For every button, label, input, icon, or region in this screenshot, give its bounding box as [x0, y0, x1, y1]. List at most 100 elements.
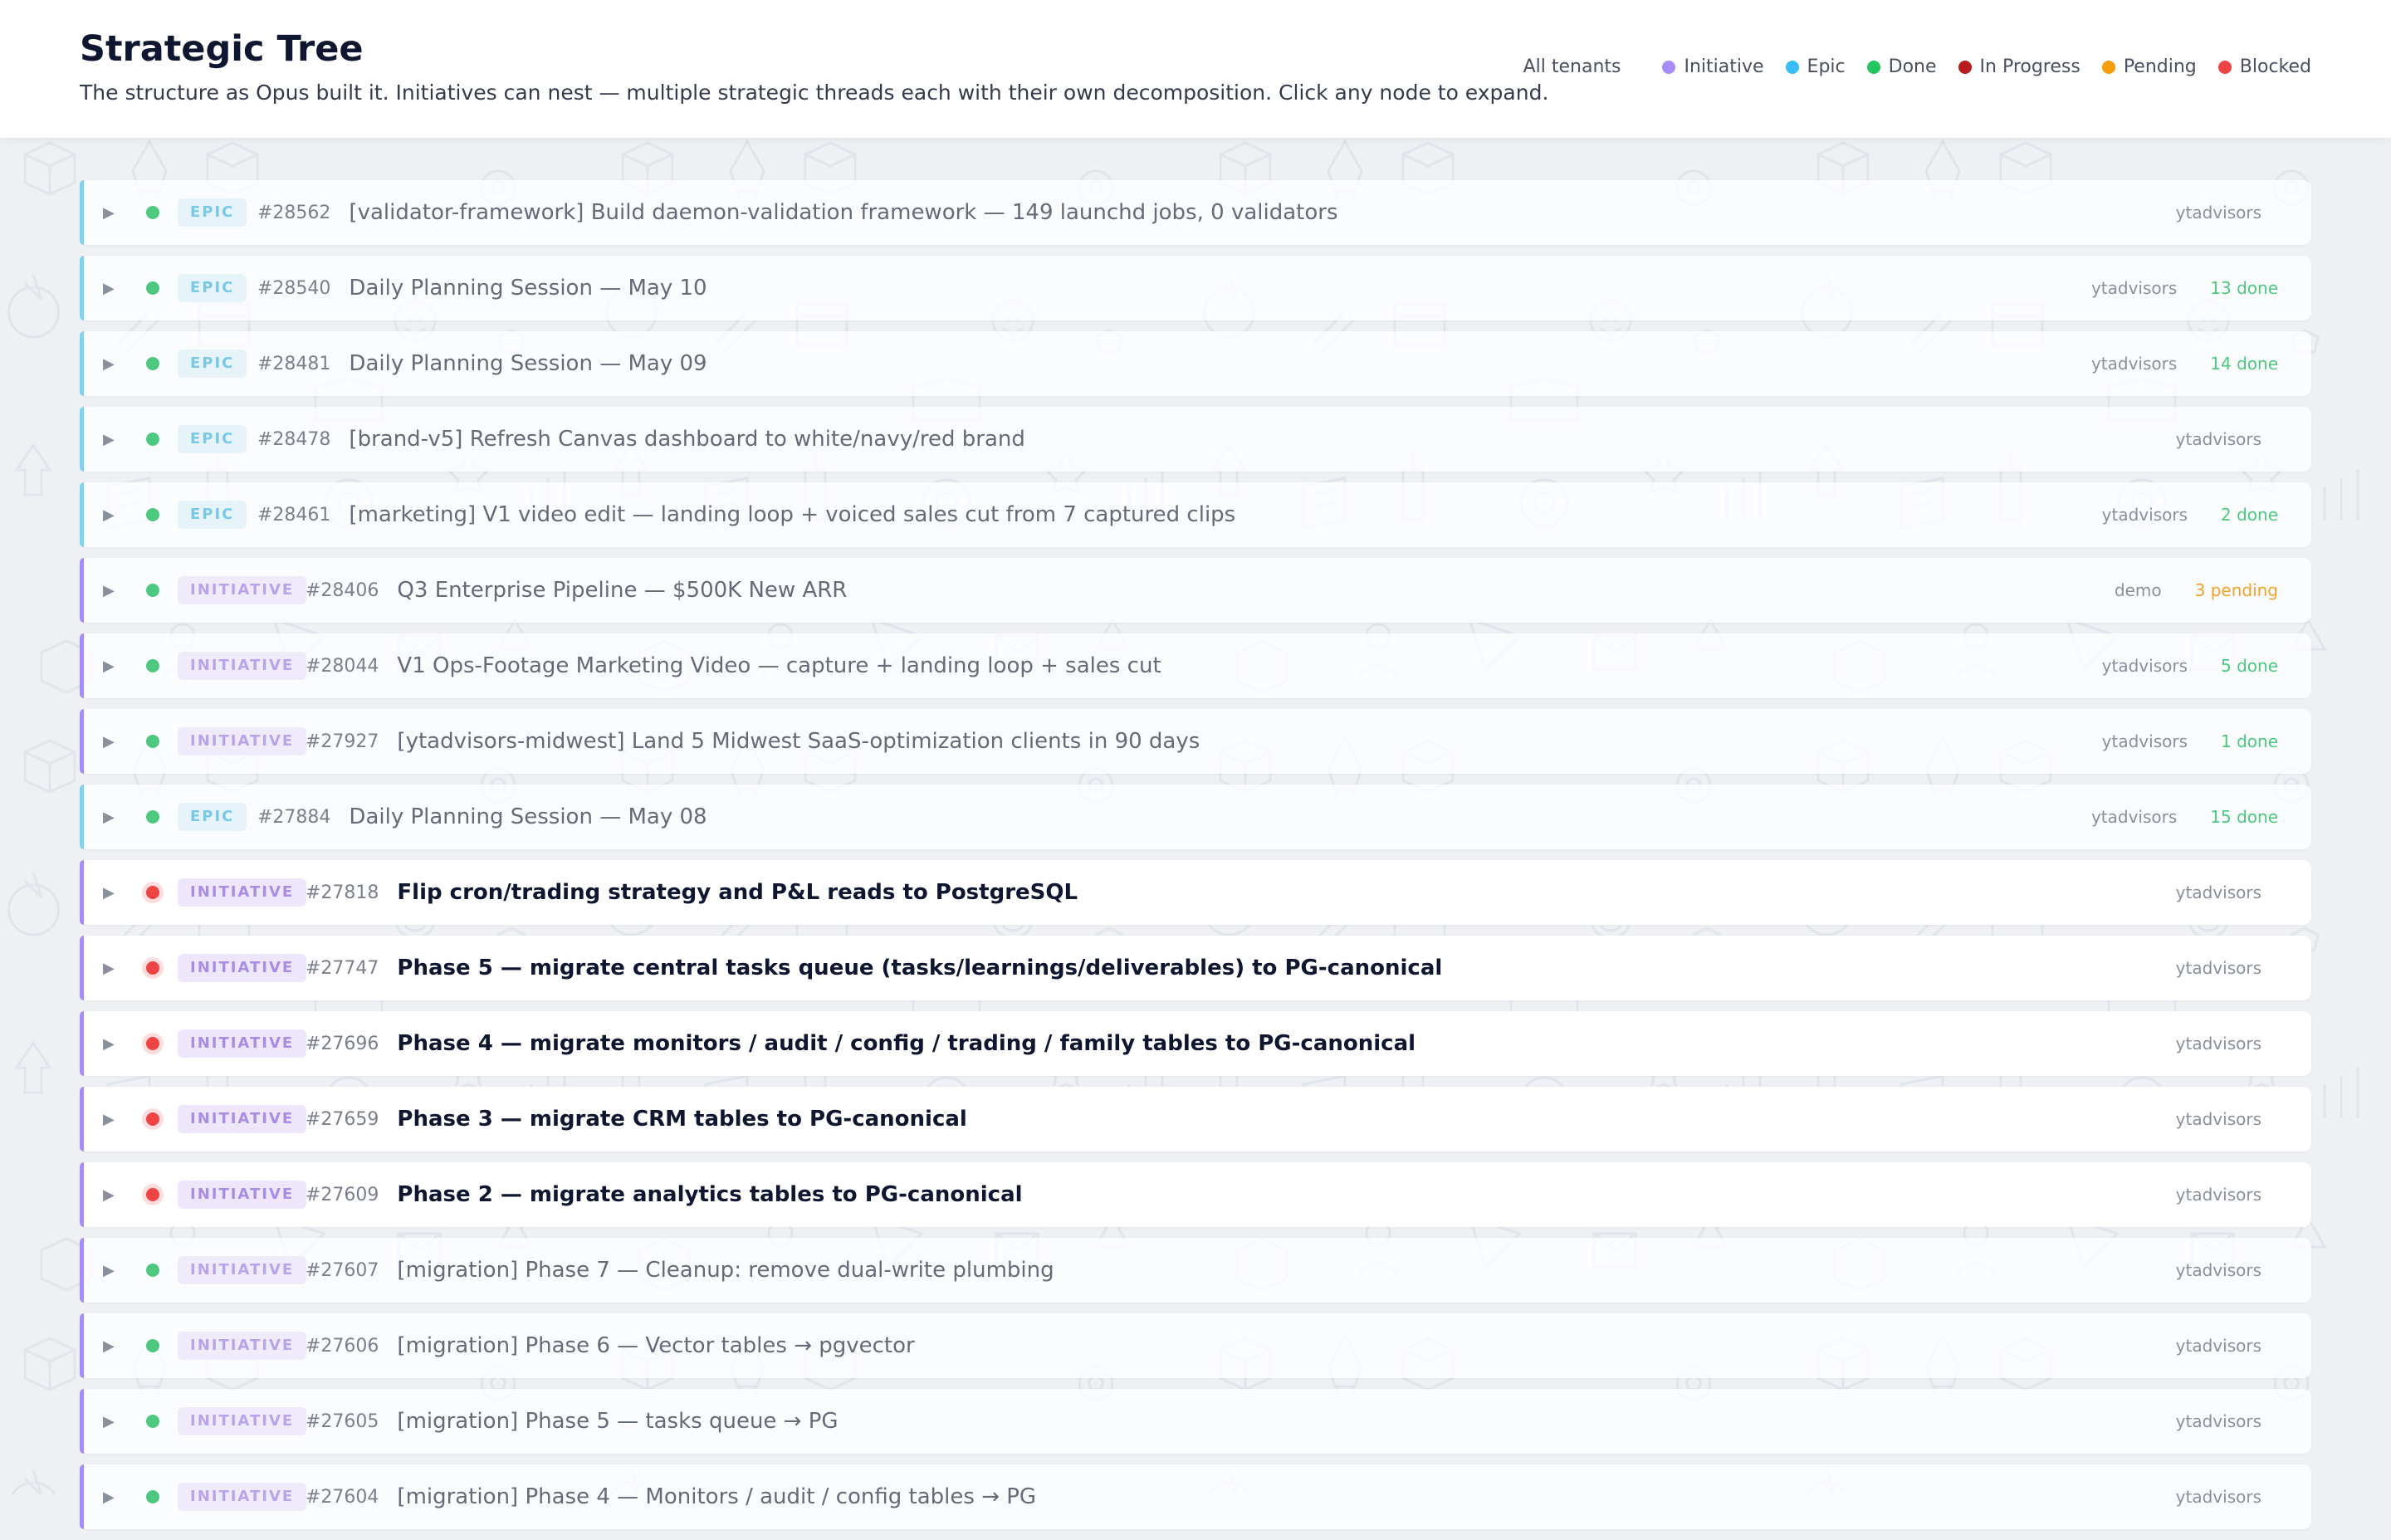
tenant-label: ytadvisors [2175, 1034, 2261, 1054]
chevron-right-icon[interactable]: ▶ [103, 355, 115, 373]
chevron-right-icon[interactable]: ▶ [103, 1111, 115, 1128]
type-accent-bar [80, 785, 84, 849]
type-badge: INITIATIVE [178, 727, 307, 755]
tree-node-row[interactable]: ▶ INITIATIVE #27927 [ytadvisors-midwest] La… [80, 709, 2311, 774]
chevron-right-icon[interactable]: ▶ [103, 1489, 115, 1506]
chevron-right-icon[interactable]: ▶ [103, 280, 115, 297]
node-title[interactable]: [marketing] V1 video edit — landing loop… [349, 502, 1235, 527]
tenant-label: ytadvisors [2175, 1260, 2261, 1280]
tree-node-row[interactable]: ▶ EPIC #28481 Daily Planning Session — May … [80, 331, 2311, 396]
chevron-right-icon[interactable]: ▶ [103, 1413, 115, 1430]
chevron-right-icon[interactable]: ▶ [103, 658, 115, 675]
chevron-right-icon[interactable]: ▶ [103, 1186, 115, 1204]
child-tally: 14 done [2210, 354, 2278, 374]
node-title[interactable]: [brand-v5] Refresh Canvas dashboard to w… [349, 427, 1024, 452]
legend-item-initiative: Initiative [1662, 56, 1764, 77]
node-content: #28478 [brand-v5] Refresh Canvas dashboar… [257, 407, 1025, 472]
page-header: Strategic Tree The structure as Opus bui… [0, 0, 2391, 138]
status-dot [146, 1490, 159, 1503]
type-badge: INITIATIVE [178, 1256, 307, 1284]
chevron-right-icon[interactable]: ▶ [103, 431, 115, 448]
node-title[interactable]: V1 Ops-Footage Marketing Video — capture… [397, 653, 1161, 678]
chevron-right-icon[interactable]: ▶ [103, 884, 115, 902]
node-id: #27659 [306, 1108, 379, 1130]
node-id: #28478 [257, 428, 331, 450]
chevron-right-icon[interactable]: ▶ [103, 809, 115, 826]
tree-node-row[interactable]: ▶ INITIATIVE #27747 Phase 5 — migrate centr… [80, 936, 2311, 1000]
tree-node-row[interactable]: ▶ INITIATIVE #27659 Phase 3 — migrate CRM t… [80, 1087, 2311, 1151]
type-badge: INITIATIVE [178, 652, 307, 680]
tenant-label: demo [2114, 580, 2162, 600]
node-title[interactable]: Phase 4 — migrate monitors / audit / con… [397, 1031, 1416, 1056]
node-title[interactable]: Flip cron/trading strategy and P&L reads… [397, 880, 1078, 905]
type-accent-bar [80, 331, 84, 396]
tree-node-row[interactable]: ▶ INITIATIVE #27604 [migration] Phase 4 — M… [80, 1464, 2311, 1529]
tree-node-row[interactable]: ▶ INITIATIVE #27607 [migration] Phase 7 — C… [80, 1238, 2311, 1303]
tree-node-row[interactable]: ▶ INITIATIVE #28044 V1 Ops-Footage Marketin… [80, 633, 2311, 698]
tree-node-row[interactable]: ▶ INITIATIVE #27606 [migration] Phase 6 — V… [80, 1313, 2311, 1378]
node-meta: ytadvisors [2176, 1464, 2261, 1529]
chevron-right-icon[interactable]: ▶ [103, 1337, 115, 1355]
chevron-right-icon[interactable]: ▶ [103, 1262, 115, 1279]
tenant-label: ytadvisors [2101, 656, 2188, 676]
node-title[interactable]: [ytadvisors-midwest] Land 5 Midwest SaaS… [397, 729, 1200, 754]
type-accent-bar [80, 1162, 84, 1227]
node-title[interactable]: [migration] Phase 6 — Vector tables → pg… [397, 1333, 914, 1358]
tree-node-row[interactable]: ▶ INITIATIVE #28406 Q3 Enterprise Pipeline … [80, 558, 2311, 623]
child-tally: 13 done [2210, 278, 2278, 298]
node-content: #28540 Daily Planning Session — May 10 [257, 256, 707, 320]
tree-node-row[interactable]: ▶ EPIC #28540 Daily Planning Session — May … [80, 256, 2311, 320]
legend: All tenants Initiative Epic Done In Progres… [1523, 56, 2311, 77]
node-title[interactable]: Q3 Enterprise Pipeline — $500K New ARR [397, 578, 847, 603]
node-title[interactable]: [migration] Phase 5 — tasks queue → PG [397, 1409, 838, 1434]
legend-dot [1785, 60, 1799, 74]
tree-node-row[interactable]: ▶ INITIATIVE #27696 Phase 4 — migrate monit… [80, 1011, 2311, 1076]
node-content: #27927 [ytadvisors-midwest] Land 5 Midwes… [306, 709, 1200, 774]
node-title[interactable]: [migration] Phase 7 — Cleanup: remove du… [397, 1258, 1054, 1283]
status-dot [146, 281, 159, 295]
tree-node-row[interactable]: ▶ EPIC #27884 Daily Planning Session — May … [80, 785, 2311, 849]
node-title[interactable]: [validator-framework] Build daemon-valid… [349, 200, 1337, 225]
node-content: #28406 Q3 Enterprise Pipeline — $500K New… [306, 558, 847, 623]
status-dot [146, 1112, 159, 1126]
type-accent-bar [80, 558, 84, 623]
node-title[interactable]: [migration] Phase 4 — Monitors / audit /… [397, 1484, 1036, 1509]
child-tally: 15 done [2210, 807, 2278, 827]
tenant-label: ytadvisors [2175, 203, 2261, 222]
node-meta: ytadvisors [2176, 407, 2261, 472]
node-title[interactable]: Phase 2 — migrate analytics tables to PG… [397, 1182, 1022, 1207]
type-badge: INITIATIVE [178, 1332, 307, 1360]
node-id: #27884 [257, 806, 331, 828]
chevron-right-icon[interactable]: ▶ [103, 733, 115, 750]
node-title[interactable]: Phase 3 — migrate CRM tables to PG-canon… [397, 1107, 966, 1132]
tree-node-row[interactable]: ▶ EPIC #28478 [brand-v5] Refresh Canvas das… [80, 407, 2311, 472]
status-dot [146, 1264, 159, 1277]
node-meta: ytadvisors 15 done [2091, 785, 2278, 849]
node-title[interactable]: Daily Planning Session — May 10 [349, 276, 707, 301]
chevron-right-icon[interactable]: ▶ [103, 582, 115, 599]
chevron-right-icon[interactable]: ▶ [103, 960, 115, 977]
node-title[interactable]: Phase 5 — migrate central tasks queue (t… [397, 956, 1442, 980]
type-accent-bar [80, 1464, 84, 1529]
chevron-right-icon[interactable]: ▶ [103, 506, 115, 524]
strategic-tree: ▶ EPIC #28562 [validator-framework] Build d… [80, 180, 2311, 1540]
tenant-filter[interactable]: All tenants [1523, 56, 1621, 77]
tenant-label: ytadvisors [2175, 1185, 2261, 1205]
chevron-right-icon[interactable]: ▶ [103, 204, 115, 222]
tree-node-row[interactable]: ▶ EPIC #28461 [marketing] V1 video edit — l… [80, 482, 2311, 547]
chevron-right-icon[interactable]: ▶ [103, 1035, 115, 1053]
node-content: #28461 [marketing] V1 video edit — landin… [257, 482, 1235, 547]
node-title[interactable]: Daily Planning Session — May 09 [349, 351, 707, 376]
tree-node-row[interactable]: ▶ INITIATIVE #27609 Phase 2 — migrate analy… [80, 1162, 2311, 1227]
type-badge: EPIC [178, 274, 247, 302]
page-subtitle: The structure as Opus built it. Initiati… [80, 81, 1549, 105]
node-content: #28481 Daily Planning Session — May 09 [257, 331, 707, 396]
node-title[interactable]: Daily Planning Session — May 08 [349, 804, 707, 829]
node-id: #27927 [306, 731, 379, 752]
tree-node-row[interactable]: ▶ EPIC #28562 [validator-framework] Build d… [80, 180, 2311, 245]
tree-node-row[interactable]: ▶ INITIATIVE #27818 Flip cron/trading strat… [80, 860, 2311, 925]
node-content: #27696 Phase 4 — migrate monitors / audit… [306, 1011, 1416, 1076]
tree-node-row[interactable]: ▶ INITIATIVE #27605 [migration] Phase 5 — t… [80, 1389, 2311, 1454]
tenant-label: ytadvisors [2175, 882, 2261, 902]
type-badge: INITIATIVE [178, 878, 307, 907]
